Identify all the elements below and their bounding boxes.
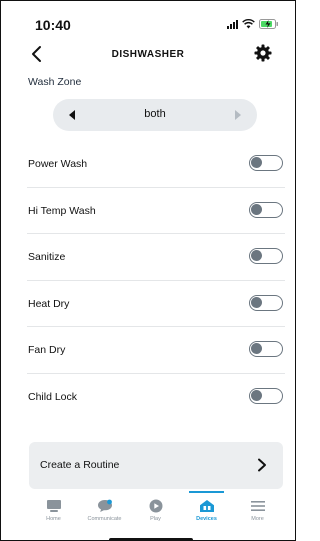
menu-icon bbox=[250, 501, 265, 511]
cellular-signal-icon bbox=[227, 19, 238, 29]
chat-bubble-icon bbox=[97, 499, 112, 512]
tab-label: Home bbox=[46, 516, 61, 522]
tab-communicate[interactable]: Communicate bbox=[79, 491, 130, 531]
next-option-icon[interactable] bbox=[233, 109, 243, 121]
wash-zone-label: Wash Zone bbox=[28, 76, 82, 88]
power-wash-toggle[interactable] bbox=[249, 155, 283, 171]
wifi-icon bbox=[242, 19, 255, 29]
sanitize-toggle[interactable] bbox=[249, 248, 283, 264]
gear-icon[interactable] bbox=[253, 43, 273, 63]
child-lock-toggle[interactable] bbox=[249, 387, 283, 404]
tab-more[interactable]: More bbox=[232, 491, 283, 531]
setting-row-sanitize: Sanitize bbox=[27, 234, 285, 281]
setting-label: Sanitize bbox=[28, 251, 66, 263]
setting-row-hi-temp-wash: Hi Temp Wash bbox=[27, 188, 285, 234]
tab-play[interactable]: Play bbox=[130, 491, 181, 531]
tab-devices[interactable]: Devices bbox=[181, 491, 232, 531]
settings-list: Power Wash Hi Temp Wash Sanitize Heat Dr… bbox=[27, 141, 285, 420]
status-icons bbox=[227, 19, 279, 29]
wash-zone-selector[interactable]: both bbox=[53, 99, 257, 131]
active-tab-indicator bbox=[189, 491, 224, 493]
hi-temp-wash-toggle[interactable] bbox=[249, 201, 283, 218]
create-routine-label: Create a Routine bbox=[40, 459, 120, 471]
wash-zone-value: both bbox=[144, 108, 166, 120]
devices-icon bbox=[199, 500, 214, 512]
toggle-knob bbox=[251, 157, 262, 168]
tab-label: More bbox=[251, 516, 264, 522]
tab-label: Devices bbox=[196, 516, 217, 522]
navigation-bar: DISHWASHER bbox=[1, 43, 295, 67]
tab-label: Communicate bbox=[87, 516, 122, 522]
toggle-knob bbox=[251, 250, 262, 261]
setting-label: Fan Dry bbox=[28, 344, 66, 356]
play-icon bbox=[149, 499, 162, 513]
setting-row-fan-dry: Fan Dry bbox=[27, 327, 285, 374]
toggle-knob bbox=[251, 343, 262, 354]
chevron-right-icon bbox=[258, 458, 266, 472]
setting-label: Hi Temp Wash bbox=[28, 204, 96, 217]
tab-label: Play bbox=[150, 516, 161, 522]
app-screen: 10:40 DISHWASHER Wash Zone both Power Wa… bbox=[0, 0, 296, 541]
setting-label: Power Wash bbox=[28, 158, 88, 170]
status-bar: 10:40 bbox=[1, 9, 295, 33]
create-routine-button[interactable]: Create a Routine bbox=[29, 442, 283, 489]
status-time: 10:40 bbox=[35, 17, 71, 33]
battery-charging-icon bbox=[259, 19, 279, 29]
fan-dry-toggle[interactable] bbox=[249, 341, 283, 357]
toggle-knob bbox=[251, 203, 262, 215]
setting-row-heat-dry: Heat Dry bbox=[27, 281, 285, 327]
setting-row-power-wash: Power Wash bbox=[27, 141, 285, 188]
toggle-knob bbox=[251, 296, 262, 308]
setting-label: Child Lock bbox=[28, 390, 78, 403]
bottom-tab-bar: Home Communicate Play Devices More bbox=[28, 491, 284, 531]
setting-label: Heat Dry bbox=[28, 297, 70, 310]
heat-dry-toggle[interactable] bbox=[249, 294, 283, 311]
setting-row-child-lock: Child Lock bbox=[27, 374, 285, 421]
tab-home[interactable]: Home bbox=[28, 491, 79, 531]
page-title: DISHWASHER bbox=[111, 49, 185, 60]
toggle-knob bbox=[251, 389, 262, 401]
home-icon bbox=[46, 500, 61, 512]
